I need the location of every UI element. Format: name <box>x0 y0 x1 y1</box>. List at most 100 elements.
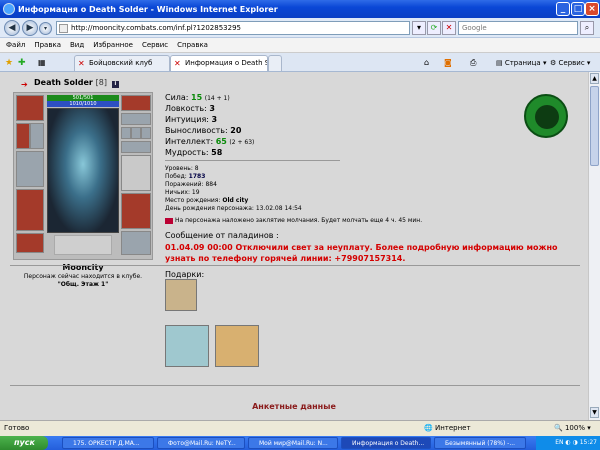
character-name-line: Death Solder [8] i <box>34 78 119 88</box>
stat-wisdom: Мудрость: 58 <box>165 148 223 157</box>
stat-agility: Ловкость: 3 <box>165 104 215 113</box>
taskbar-item-active[interactable]: Информация о Death... <box>341 437 431 449</box>
home-icon[interactable]: ⌂ <box>424 56 429 70</box>
paladin-message-title: Сообщение от паладинов : <box>165 231 279 240</box>
print-icon[interactable]: ⎙ <box>470 56 476 70</box>
ring-slot-1[interactable] <box>121 127 131 139</box>
page-icon <box>59 24 68 33</box>
belt-slot[interactable] <box>16 233 44 253</box>
back-button[interactable]: ◀ <box>4 20 20 36</box>
scroll-up-icon[interactable]: ▲ <box>590 73 599 84</box>
tools-menu-button[interactable]: ⚙ Сервис ▾ <box>550 56 590 70</box>
start-button[interactable]: пуск <box>0 436 48 450</box>
character-avatar[interactable] <box>47 108 119 233</box>
gloves-slot[interactable] <box>30 123 44 149</box>
tabs-row: ★ ✚ ▦ ✕ Бойцовский клуб ✕ Информация о D… <box>0 53 600 72</box>
tray-icons[interactable]: ◐ ◑ <box>565 439 577 446</box>
armor-slot[interactable] <box>16 189 44 231</box>
search-input[interactable]: Google <box>458 21 578 35</box>
window-titlebar: Информацня о Death Solder - Windows Inte… <box>0 0 600 18</box>
menu-edit[interactable]: Правка <box>34 41 61 49</box>
ring-slot-2[interactable] <box>131 127 141 139</box>
gift-item[interactable] <box>215 325 259 367</box>
internet-zone: 🌐 Интернет <box>424 424 471 432</box>
silence-icon <box>165 217 173 224</box>
search-icon[interactable]: ⌕ <box>580 21 594 35</box>
gift-item[interactable] <box>165 325 209 367</box>
menu-view[interactable]: Вид <box>70 41 84 49</box>
gifts-title: Подарки: <box>165 270 205 279</box>
boots-slot[interactable] <box>121 231 151 255</box>
silence-notice: На персонажа наложено заклятие молчания.… <box>165 217 422 224</box>
character-equipment-frame: 501/501 1010/1010 <box>13 92 153 260</box>
info-losses: Поражений: 884 <box>165 181 217 188</box>
taskbar: пуск 175. ОРКЕСТР Д.МА... Фото@Mail.Ru: … <box>0 436 600 450</box>
taskbar-item[interactable]: Фото@Mail.Ru: NeTY... <box>157 437 245 449</box>
info-birthplace: Место рождения: Old city <box>165 197 249 204</box>
clan-emblem-icon[interactable] <box>524 94 568 138</box>
maximize-button[interactable]: □ <box>571 2 585 16</box>
menu-bar: Файл Правка Вид Избранное Сервис Справка <box>0 38 600 53</box>
info-level: Уровень: 8 <box>165 165 199 172</box>
ring-slot-3[interactable] <box>141 127 151 139</box>
menu-help[interactable]: Справка <box>177 41 208 49</box>
club-room: "Общ. Этаж 1" <box>57 281 109 288</box>
info-wins: Побед: 1783 <box>165 173 206 180</box>
info-badge-icon[interactable]: i <box>111 81 119 88</box>
helmet-slot[interactable] <box>16 95 44 121</box>
vertical-scrollbar[interactable]: ▲ ▼ <box>588 72 600 420</box>
bracer-slot[interactable] <box>16 123 30 149</box>
add-favorites-icon[interactable]: ✚ <box>18 56 26 70</box>
taskbar-item[interactable]: 175. ОРКЕСТР Д.МА... <box>62 437 154 449</box>
taskbar-item[interactable]: Безымянный (78%) -... <box>434 437 526 449</box>
favorites-star-icon[interactable]: ★ <box>5 56 13 70</box>
forward-button[interactable]: ▶ <box>22 20 38 36</box>
stop-icon[interactable]: ✕ <box>442 21 456 35</box>
leggings-slot[interactable] <box>121 193 151 229</box>
address-url: http://mooncity.combats.com/inf.pl?12028… <box>71 24 241 32</box>
profile-data-heading: Анкетные данные <box>252 402 336 411</box>
feeds-icon[interactable]: ◙ <box>444 56 452 70</box>
history-dropdown-icon[interactable]: ▾ <box>39 22 52 35</box>
tab-close-icon[interactable]: ✕ <box>78 59 87 68</box>
scroll-thumb[interactable] <box>590 86 599 166</box>
status-bar: Готово 🌐 Интернет 🔍 100% ▾ <box>0 420 600 436</box>
divider <box>10 265 580 266</box>
paladin-message: 01.04.09 00:00 Отключили свет за неуплат… <box>165 243 558 263</box>
zoom-level[interactable]: 🔍 100% ▾ <box>554 424 591 432</box>
clock: 15:27 <box>579 439 597 446</box>
scroll-down-icon[interactable]: ▼ <box>590 407 599 418</box>
new-tab-button[interactable] <box>268 55 282 71</box>
refresh-icon[interactable]: ⟳ <box>427 21 441 35</box>
amulet-slot[interactable] <box>121 113 151 125</box>
language-indicator[interactable]: EN <box>555 439 563 446</box>
tab-close-icon[interactable]: ✕ <box>174 59 183 68</box>
menu-file[interactable]: Файл <box>6 41 25 49</box>
ie-logo-icon <box>3 3 15 15</box>
close-button[interactable]: × <box>585 2 599 16</box>
scrolls-slot[interactable] <box>121 141 151 153</box>
minimize-button[interactable]: _ <box>556 2 570 16</box>
info-birthday: День рождения персонажа: 13.02.08 14:54 <box>165 205 302 212</box>
tab-label: Информация о Death Sol... <box>185 59 267 67</box>
gift-item[interactable] <box>165 279 197 311</box>
tab-list-icon[interactable]: ▦ <box>38 56 46 70</box>
address-dropdown-icon[interactable]: ▾ <box>412 21 426 35</box>
status-text: Готово <box>4 424 30 432</box>
page-menu-button[interactable]: ▤ Страница ▾ <box>496 56 546 70</box>
info-draws: Ничьих: 19 <box>165 189 200 196</box>
arrow-icon: ➔ <box>21 80 28 89</box>
divider <box>165 160 340 161</box>
menu-tools[interactable]: Сервис <box>142 41 168 49</box>
taskbar-item[interactable]: Мой мир@Mail.Ru: N... <box>248 437 338 449</box>
window-title: Информацня о Death Solder - Windows Inte… <box>18 4 278 14</box>
address-input[interactable]: http://mooncity.combats.com/inf.pl?12028… <box>56 21 410 35</box>
shield-slot[interactable] <box>121 155 151 191</box>
earrings-slot[interactable] <box>121 95 151 111</box>
tab-character-info[interactable]: ✕ Информация о Death Sol... <box>170 55 268 71</box>
character-name: Death Solder <box>34 78 93 87</box>
tab-fight-club[interactable]: ✕ Бойцовский клуб <box>74 55 170 71</box>
address-row: ◀ ▶ ▾ http://mooncity.combats.com/inf.pl… <box>0 18 600 38</box>
menu-favorites[interactable]: Избранное <box>93 41 133 49</box>
weapon-slot[interactable] <box>16 151 44 187</box>
